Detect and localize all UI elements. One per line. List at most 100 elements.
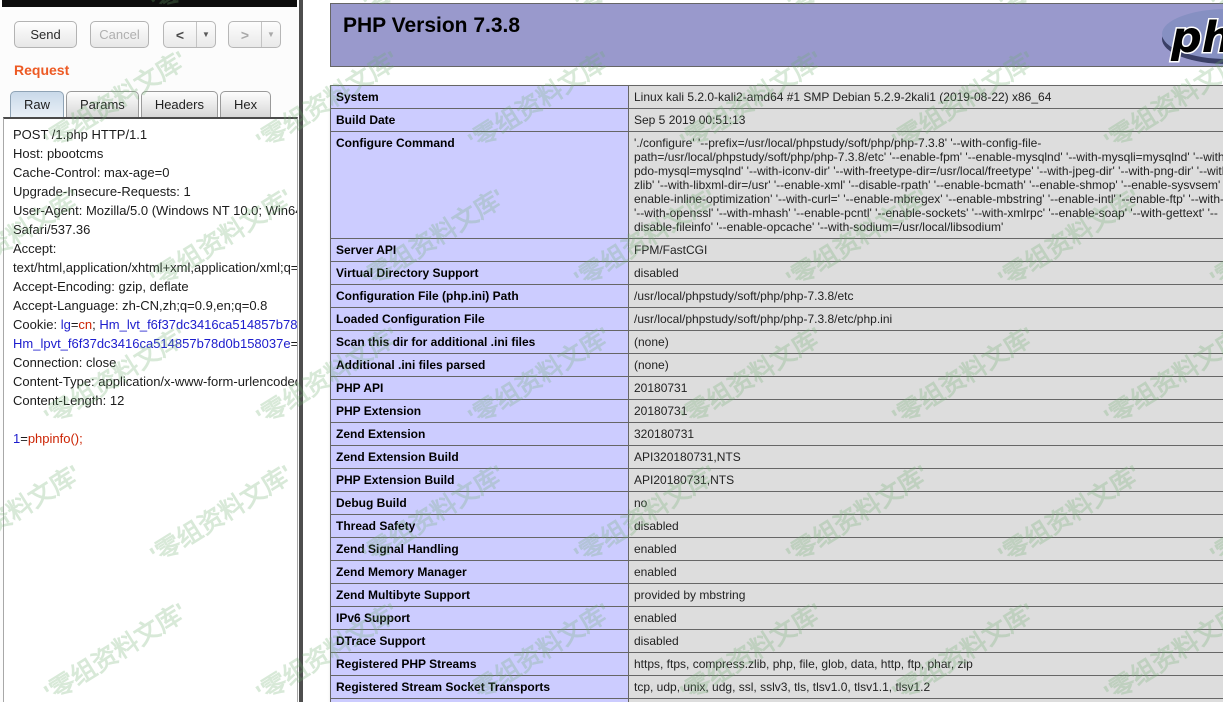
info-row-value: /usr/local/phpstudy/soft/php/php-7.3.8/e…: [629, 308, 1223, 331]
info-row-value: [629, 699, 1223, 702]
request-line: User-Agent: Mozilla/5.0 (Windows NT 10.0…: [13, 201, 297, 220]
info-row-label: Zend Extension Build: [331, 446, 629, 469]
info-row-label: Additional .ini files parsed: [331, 354, 629, 377]
info-row-value: FPM/FastCGI: [629, 239, 1223, 262]
info-row-label: PHP Extension: [331, 400, 629, 423]
info-row-label: Configure Command: [331, 132, 629, 239]
request-line: Accept:: [13, 239, 297, 258]
info-row-label: DTrace Support: [331, 630, 629, 653]
info-row: PHP API20180731: [331, 377, 1223, 400]
info-row-value: (none): [629, 331, 1223, 354]
request-line: Connection: close: [13, 353, 297, 372]
tab-raw[interactable]: Raw: [10, 91, 64, 117]
request-line: Host: pbootcms: [13, 144, 297, 163]
info-row-label: PHP API: [331, 377, 629, 400]
info-row: Build DateSep 5 2019 00:51:13: [331, 109, 1223, 132]
info-row: Zend Multibyte Supportprovided by mbstri…: [331, 584, 1223, 607]
info-row-value: 320180731: [629, 423, 1223, 446]
php-version-title: PHP Version 7.3.8: [331, 4, 1223, 38]
prev-request-button[interactable]: < ▼: [163, 21, 216, 48]
info-row-value: Sep 5 2019 00:51:13: [629, 109, 1223, 132]
php-logo-icon: php: [1159, 7, 1223, 65]
info-row: Zend Extension320180731: [331, 423, 1223, 446]
request-line: Hm_lpvt_f6f37dc3416ca514857b78d0b158037e…: [13, 334, 297, 353]
request-line: text/html,application/xhtml+xml,applicat…: [13, 258, 297, 277]
request-line: 1=phpinfo();: [13, 429, 297, 448]
request-line: Accept-Encoding: gzip, deflate: [13, 277, 297, 296]
info-row: Zend Memory Managerenabled: [331, 561, 1223, 584]
tab-hex[interactable]: Hex: [220, 91, 271, 117]
info-row-label: Zend Multibyte Support: [331, 584, 629, 607]
prev-arrow-icon: <: [164, 27, 196, 43]
info-row-value: 20180731: [629, 400, 1223, 423]
repeater-panel: Send Cancel < ▼ > ▼ Request RawParamsHea…: [0, 0, 300, 702]
cancel-button[interactable]: Cancel: [90, 21, 149, 48]
info-row-value: no: [629, 492, 1223, 515]
info-row-label: Zend Signal Handling: [331, 538, 629, 561]
info-row-value: (none): [629, 354, 1223, 377]
info-row-label: System: [331, 86, 629, 109]
request-view-tabs: RawParamsHeadersHex: [10, 91, 273, 117]
info-row: Configure Command'./configure' '--prefix…: [331, 132, 1223, 239]
info-row-value: provided by mbstring: [629, 584, 1223, 607]
info-row: Registered Stream Filters: [331, 699, 1223, 702]
request-section-label: Request: [14, 62, 69, 78]
info-row-label: Configuration File (php.ini) Path: [331, 285, 629, 308]
info-row: PHP Extension20180731: [331, 400, 1223, 423]
phpinfo-table-body: SystemLinux kali 5.2.0-kali2-amd64 #1 SM…: [331, 86, 1223, 702]
request-line: Accept-Language: zh-CN,zh;q=0.9,en;q=0.8: [13, 296, 297, 315]
info-row: IPv6 Supportenabled: [331, 607, 1223, 630]
info-row: Configuration File (php.ini) Path/usr/lo…: [331, 285, 1223, 308]
request-line: [13, 410, 297, 429]
info-row-value: enabled: [629, 607, 1223, 630]
info-row: Thread Safetydisabled: [331, 515, 1223, 538]
info-row-value: API20180731,NTS: [629, 469, 1223, 492]
phpinfo-table: SystemLinux kali 5.2.0-kali2-amd64 #1 SM…: [330, 85, 1223, 702]
info-row-value: disabled: [629, 515, 1223, 538]
info-row: Zend Signal Handlingenabled: [331, 538, 1223, 561]
info-row: Server APIFPM/FastCGI: [331, 239, 1223, 262]
info-row-value: API320180731,NTS: [629, 446, 1223, 469]
phpinfo-header: PHP Version 7.3.8 php: [330, 3, 1223, 67]
info-row-label: Registered Stream Filters: [331, 699, 629, 702]
request-line: Upgrade-Insecure-Requests: 1: [13, 182, 297, 201]
request-line: Content-Length: 12: [13, 391, 297, 410]
info-row: SystemLinux kali 5.2.0-kali2-amd64 #1 SM…: [331, 86, 1223, 109]
info-row-value: /usr/local/phpstudy/soft/php/php-7.3.8/e…: [629, 285, 1223, 308]
phpinfo-page: PHP Version 7.3.8 php SystemLinux kali 5…: [303, 0, 1223, 702]
info-row-value: Linux kali 5.2.0-kali2-amd64 #1 SMP Debi…: [629, 86, 1223, 109]
info-row-value: https, ftps, compress.zlib, php, file, g…: [629, 653, 1223, 676]
info-row: PHP Extension BuildAPI20180731,NTS: [331, 469, 1223, 492]
send-button[interactable]: Send: [14, 21, 77, 48]
info-row-label: IPv6 Support: [331, 607, 629, 630]
info-row: Debug Buildno: [331, 492, 1223, 515]
info-row: Additional .ini files parsed(none): [331, 354, 1223, 377]
info-row-value: tcp, udp, unix, udg, ssl, sslv3, tls, tl…: [629, 676, 1223, 699]
info-row-label: Thread Safety: [331, 515, 629, 538]
info-row: Loaded Configuration File/usr/local/phps…: [331, 308, 1223, 331]
request-editor[interactable]: POST /1.php HTTP/1.1Host: pbootcmsCache-…: [3, 117, 298, 702]
request-line: Content-Type: application/x-www-form-url…: [13, 372, 297, 391]
request-line: Cache-Control: max-age=0: [13, 163, 297, 182]
info-row-label: Build Date: [331, 109, 629, 132]
info-row-label: Zend Extension: [331, 423, 629, 446]
window-top-bar: [2, 0, 297, 7]
request-line: POST /1.php HTTP/1.1: [13, 125, 297, 144]
info-row-label: Zend Memory Manager: [331, 561, 629, 584]
info-row-label: Loaded Configuration File: [331, 308, 629, 331]
info-row-label: Registered Stream Socket Transports: [331, 676, 629, 699]
info-row-value: './configure' '--prefix=/usr/local/phpst…: [629, 132, 1223, 239]
info-row: Scan this dir for additional .ini files(…: [331, 331, 1223, 354]
tab-headers[interactable]: Headers: [141, 91, 218, 117]
info-row-value: disabled: [629, 262, 1223, 285]
info-row-label: Virtual Directory Support: [331, 262, 629, 285]
info-row-label: Scan this dir for additional .ini files: [331, 331, 629, 354]
next-arrow-icon: >: [229, 27, 261, 43]
next-request-button[interactable]: > ▼: [228, 21, 281, 48]
dropdown-caret-icon[interactable]: ▼: [197, 30, 215, 39]
info-row-value: enabled: [629, 561, 1223, 584]
tab-params[interactable]: Params: [66, 91, 139, 117]
info-row-label: Registered PHP Streams: [331, 653, 629, 676]
dropdown-caret-icon[interactable]: ▼: [262, 30, 280, 39]
info-row-label: PHP Extension Build: [331, 469, 629, 492]
